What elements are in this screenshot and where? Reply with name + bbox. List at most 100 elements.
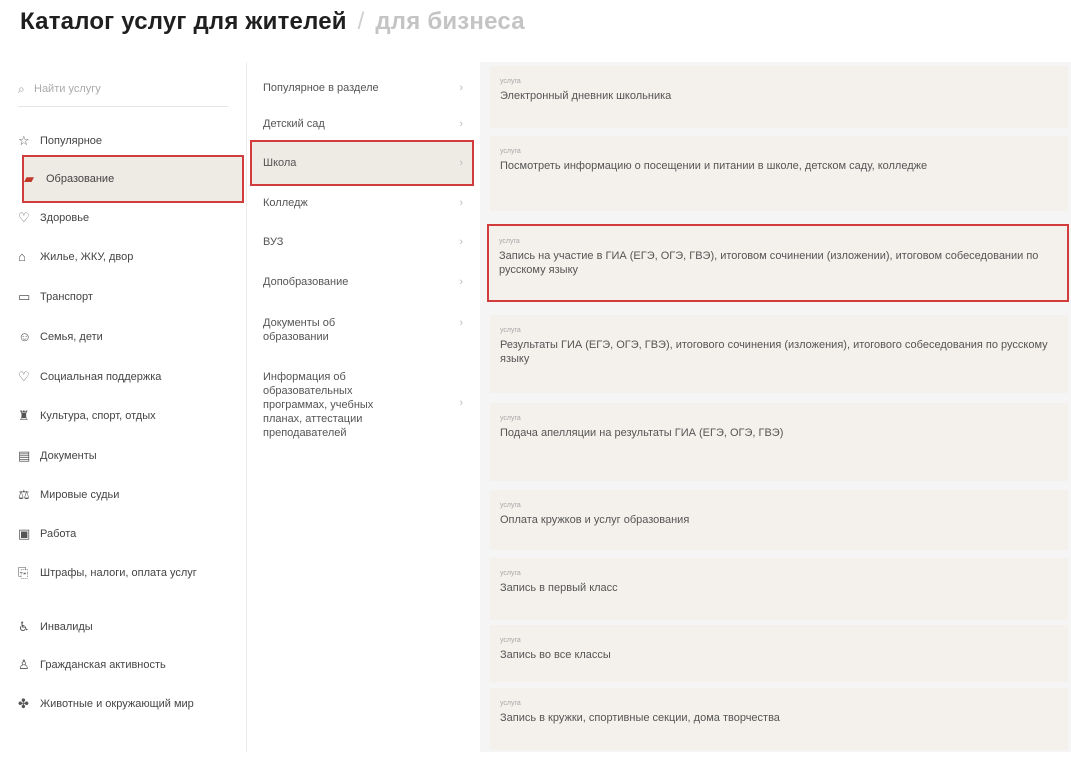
category-label: Популярное <box>40 135 103 147</box>
business-catalog-link[interactable]: для бизнеса <box>375 8 524 35</box>
category-label: Штрафы, налоги, оплата услуг <box>40 567 197 579</box>
subcategory-label: Допобразование <box>263 276 349 288</box>
subcategory-university[interactable]: ВУЗ › <box>263 235 463 249</box>
star-icon: ☆ <box>18 133 30 148</box>
service-tag: услуга <box>500 78 521 85</box>
paw-icon: ✤ <box>18 696 29 711</box>
service-card[interactable]: услуга Оплата кружков и услуг образовани… <box>490 490 1068 550</box>
category-label: Гражданская активность <box>40 659 166 671</box>
service-tag: услуга <box>500 415 521 422</box>
category-popular[interactable]: ☆ Популярное <box>18 134 228 148</box>
service-card[interactable]: услуга Результаты ГИА (ЕГЭ, ОГЭ, ГВЭ), и… <box>490 315 1068 393</box>
document-icon: ▤ <box>18 448 31 463</box>
category-label: Работа <box>40 528 77 540</box>
search-input[interactable]: ⌕ Найти услугу <box>18 72 228 107</box>
service-tag: услуга <box>499 238 520 245</box>
chevron-right-icon: › <box>459 197 463 209</box>
service-tag: услуга <box>500 502 521 509</box>
category-label: Документы <box>40 450 97 462</box>
category-disabled[interactable]: ♿ Инвалиды <box>18 620 228 634</box>
category-transport[interactable]: ▭ Транспорт <box>18 290 228 304</box>
service-card-highlighted[interactable]: услуга Запись на участие в ГИА (ЕГЭ, ОГЭ… <box>487 224 1069 302</box>
service-card[interactable]: услуга Электронный дневник школьника <box>490 66 1068 128</box>
citizen-icon: ♙ <box>18 657 30 672</box>
service-title: Оплата кружков и услуг образования <box>500 514 690 526</box>
service-card[interactable]: услуга Запись в первый класс <box>490 558 1068 620</box>
service-title: Запись в кружки, спортивные секции, дома… <box>500 712 780 724</box>
bus-icon: ▭ <box>18 289 31 304</box>
category-culture[interactable]: ♜ Культура, спорт, отдых <box>18 409 228 423</box>
category-label: Культура, спорт, отдых <box>40 410 156 422</box>
subcategory-label: Информация об образовательных программах… <box>263 371 374 439</box>
category-civic[interactable]: ♙ Гражданская активность <box>18 658 228 672</box>
service-tag: услуга <box>500 637 521 644</box>
service-title: Посмотреть информацию о посещении и пита… <box>500 160 928 172</box>
service-tag: услуга <box>500 570 521 577</box>
title-separator: / <box>357 8 365 35</box>
service-card[interactable]: услуга Запись в кружки, спортивные секци… <box>490 688 1068 750</box>
category-family[interactable]: ☺ Семья, дети <box>18 330 228 344</box>
category-label: Транспорт <box>40 291 93 303</box>
search-icon: ⌕ <box>18 81 25 96</box>
subcategory-label: Колледж <box>263 197 308 209</box>
subcategory-label: Документы об образовании <box>263 317 336 343</box>
category-label: Инвалиды <box>40 621 93 633</box>
service-card[interactable]: услуга Посмотреть информацию о посещении… <box>490 136 1068 211</box>
heart-icon: ♡ <box>18 210 30 225</box>
subcategory-label: Школа <box>263 157 297 169</box>
service-title: Запись на участие в ГИА (ЕГЭ, ОГЭ, ГВЭ),… <box>499 250 1039 276</box>
service-title: Результаты ГИА (ЕГЭ, ОГЭ, ГВЭ), итоговог… <box>500 339 1048 365</box>
category-fines-taxes[interactable]: ⎘ Штрафы, налоги, оплата услуг <box>18 566 228 580</box>
category-work[interactable]: ▣ Работа <box>18 527 228 541</box>
chevron-right-icon: › <box>459 157 463 169</box>
receipt-icon: ⎘ <box>18 565 29 580</box>
chevron-right-icon: › <box>459 236 463 248</box>
chevron-right-icon: › <box>459 276 463 288</box>
family-icon: ☺ <box>18 329 32 344</box>
house-icon: ⌂ <box>18 249 26 264</box>
subcategory-college[interactable]: Колледж › <box>263 196 463 210</box>
theater-icon: ♜ <box>18 408 30 423</box>
category-label: Животные и окружающий мир <box>40 698 194 710</box>
subcategory-education-programs-info[interactable]: Информация об образовательных программах… <box>263 370 463 440</box>
subcategory-label: ВУЗ <box>263 236 284 248</box>
category-social-support[interactable]: ♡ Социальная поддержка <box>18 370 228 384</box>
briefcase-icon: ▣ <box>18 526 31 541</box>
subcategory-education-documents[interactable]: Документы об образовании › <box>263 316 463 344</box>
subcategory-school[interactable]: Школа › <box>263 156 463 170</box>
category-health[interactable]: ♡ Здоровье <box>18 211 228 225</box>
book-icon: ▰ <box>24 171 34 186</box>
subcategory-kindergarten[interactable]: Детский сад › <box>263 117 463 131</box>
service-title: Запись в первый класс <box>500 582 618 594</box>
chevron-right-icon: › <box>459 82 463 94</box>
service-tag: услуга <box>500 148 521 155</box>
category-documents[interactable]: ▤ Документы <box>18 449 228 463</box>
category-judges[interactable]: ⚖ Мировые судьи <box>18 488 228 502</box>
category-animals[interactable]: ✤ Животные и окружающий мир <box>18 697 228 711</box>
service-title: Электронный дневник школьника <box>500 90 672 102</box>
service-tag: услуга <box>500 327 521 334</box>
subcategory-label: Популярное в разделе <box>263 82 379 94</box>
subcategory-extra-education[interactable]: Допобразование › <box>263 275 463 289</box>
page-title: Каталог услуг для жителей / для бизнеса <box>20 8 525 36</box>
chevron-right-icon: › <box>459 397 463 409</box>
subcategory-popular[interactable]: Популярное в разделе › <box>263 81 463 95</box>
chevron-right-icon: › <box>459 118 463 130</box>
category-label: Семья, дети <box>40 331 103 343</box>
accessibility-icon: ♿ <box>18 619 30 634</box>
chevron-right-icon: › <box>459 317 463 329</box>
category-label: Образование <box>46 173 115 185</box>
category-housing[interactable]: ⌂ Жилье, ЖКУ, двор <box>18 250 228 264</box>
category-education[interactable]: ▰ Образование <box>24 172 234 186</box>
category-label: Жилье, ЖКУ, двор <box>40 251 134 263</box>
gavel-icon: ⚖ <box>18 487 30 502</box>
service-tag: услуга <box>500 700 521 707</box>
title-residents: Каталог услуг для жителей <box>20 8 347 35</box>
hand-icon: ♡ <box>18 369 30 384</box>
service-title: Подача апелляции на результаты ГИА (ЕГЭ,… <box>500 427 784 439</box>
category-label: Социальная поддержка <box>40 371 162 383</box>
service-card[interactable]: услуга Подача апелляции на результаты ГИ… <box>490 403 1068 481</box>
service-card[interactable]: услуга Запись во все классы <box>490 625 1068 682</box>
category-label: Мировые судьи <box>40 489 120 501</box>
category-label: Здоровье <box>40 212 90 224</box>
